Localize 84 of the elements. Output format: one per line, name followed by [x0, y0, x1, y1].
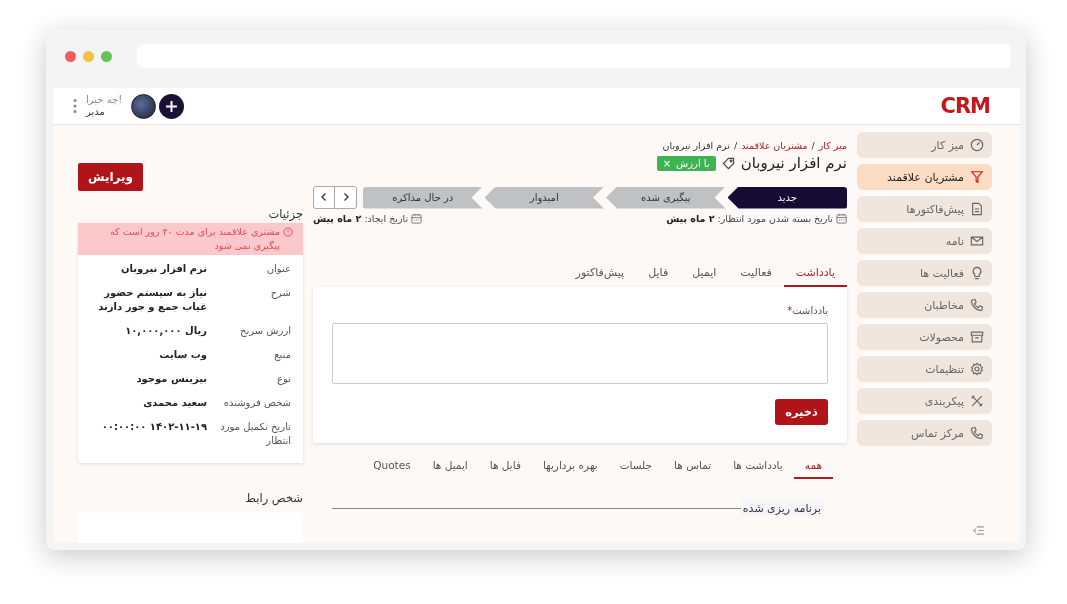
field-value: ۱۴۰۲-۱۱-۱۹ ۰۰:۰۰:۰۰ — [100, 420, 207, 434]
tab[interactable]: یادداشت ها — [722, 455, 794, 479]
greeting-text: چه خبرا! — [86, 94, 123, 106]
breadcrumb-separator: / — [811, 140, 815, 151]
tab[interactable]: فایل ها — [478, 455, 532, 479]
add-button[interactable] — [159, 93, 185, 119]
gauge-icon — [970, 138, 984, 152]
field-label: ارزش سرنخ — [239, 324, 291, 338]
crm-logo[interactable]: CRM — [940, 94, 990, 118]
alert-text: مشتری علاقمند برای مدت ۴۰ روز است که پیگیری نمی شود — [109, 225, 280, 253]
calendar-icon — [836, 213, 847, 224]
avatar[interactable] — [131, 93, 157, 119]
field-label: نوع — [276, 372, 291, 386]
tab[interactable]: فایل — [636, 262, 681, 287]
more-icon[interactable] — [73, 98, 77, 114]
sidebar-item[interactable]: تنظیمات — [857, 356, 992, 382]
sidebar-item[interactable]: نامه — [857, 228, 992, 254]
archive-icon — [970, 330, 984, 344]
breadcrumb-link[interactable]: مشتریان علاقمند — [741, 140, 808, 151]
tab[interactable]: Quotes — [362, 455, 422, 479]
sidebar-item[interactable]: محصولات — [857, 324, 992, 350]
tab[interactable]: تماس ها — [663, 455, 723, 479]
field-label: شخص فروشنده — [222, 396, 291, 410]
edit-button[interactable]: ویرایش — [78, 163, 143, 191]
pipeline-stage[interactable]: در حال مذاکره — [363, 186, 483, 209]
pipeline-stage[interactable]: پیگیری شده — [606, 186, 726, 209]
sidebar-item[interactable]: فعالیت ها — [857, 260, 992, 286]
document-icon — [970, 202, 984, 216]
maximize-icon[interactable] — [101, 50, 112, 62]
field-value: وب سایت — [158, 348, 207, 362]
field-label: عنوان — [265, 262, 291, 276]
lightbulb-icon — [970, 266, 984, 280]
tab[interactable]: ایمیل ها — [421, 455, 479, 479]
tab[interactable]: فعالیت — [728, 262, 784, 287]
tab[interactable]: همه — [793, 455, 833, 479]
sidebar-item[interactable]: پیکربندی — [857, 388, 992, 414]
phone-icon — [970, 298, 984, 312]
page-title: نرم افزار نیروبان — [740, 154, 847, 172]
field-value: ریال ۱۰,۰۰۰,۰۰۰ — [124, 324, 207, 338]
breadcrumb-separator: / — [733, 140, 738, 151]
sidebar-item[interactable]: پیش‌فاکتورها — [857, 196, 992, 222]
field-label: یادداشت* — [787, 305, 828, 316]
plus-icon — [165, 99, 179, 113]
chevron-left-icon — [320, 192, 328, 202]
field-label: منبع — [273, 348, 291, 362]
sidebar-item[interactable]: مشتریان علاقمند — [857, 164, 992, 190]
note-input[interactable] — [332, 323, 828, 384]
sidebar-item[interactable]: مخاطبان — [857, 292, 992, 318]
section-heading: جزئیات — [267, 207, 303, 221]
sidebar-item[interactable]: میز کار — [857, 132, 992, 158]
date-text: تاریخ ایجاد: ۲ ماه پیش — [313, 213, 409, 224]
sidebar-item[interactable]: مرکز تماس — [857, 420, 992, 446]
field-value: بیزینس موجود — [135, 372, 207, 386]
close-icon[interactable] — [65, 50, 76, 62]
tab[interactable]: جلسات — [608, 455, 664, 479]
collapse-menu-icon[interactable] — [973, 526, 984, 535]
breadcrumb-current: نرم افزار نیروبان — [662, 140, 730, 151]
tab[interactable]: بهره برداریها — [531, 455, 609, 479]
pipeline-stage[interactable]: امیدوار — [484, 186, 604, 209]
minimize-icon[interactable] — [83, 50, 94, 62]
field-value: نیاز به سیستم حضور غیاب جمع و جور دارند — [97, 286, 207, 314]
user-role: مدیر — [86, 106, 106, 118]
phone-icon — [970, 426, 984, 440]
tag-icon[interactable] — [721, 156, 735, 170]
date-text: تاریخ بسته شدن مورد انتظار: ۲ ماه پیش — [666, 213, 833, 224]
envelope-icon — [970, 234, 984, 248]
settings-icon — [970, 362, 984, 376]
tab[interactable]: پیش‌فاکتور — [563, 262, 637, 287]
field-value: نرم افزار نیروبان — [120, 262, 207, 276]
save-button[interactable]: ذخیره — [775, 399, 828, 425]
section-heading: شخص رابط — [244, 491, 303, 505]
field-value: سعید محمدی — [142, 396, 207, 410]
warning-icon — [283, 227, 293, 237]
pipeline-stage[interactable]: جدید — [727, 186, 847, 209]
tab[interactable]: ایمیل — [680, 262, 729, 287]
calendar-icon — [411, 213, 423, 224]
tools-icon — [970, 394, 984, 408]
breadcrumb-link[interactable]: میز کار — [818, 140, 847, 151]
field-label: تاریخ تکمیل مورد انتظار — [219, 420, 291, 448]
section-heading: برنامه ریزی شده — [740, 501, 823, 516]
funnel-icon — [970, 170, 984, 184]
tag-chip: با ارزش × — [656, 155, 716, 171]
field-label: شرح — [269, 286, 291, 301]
chevron-right-icon — [342, 192, 350, 202]
